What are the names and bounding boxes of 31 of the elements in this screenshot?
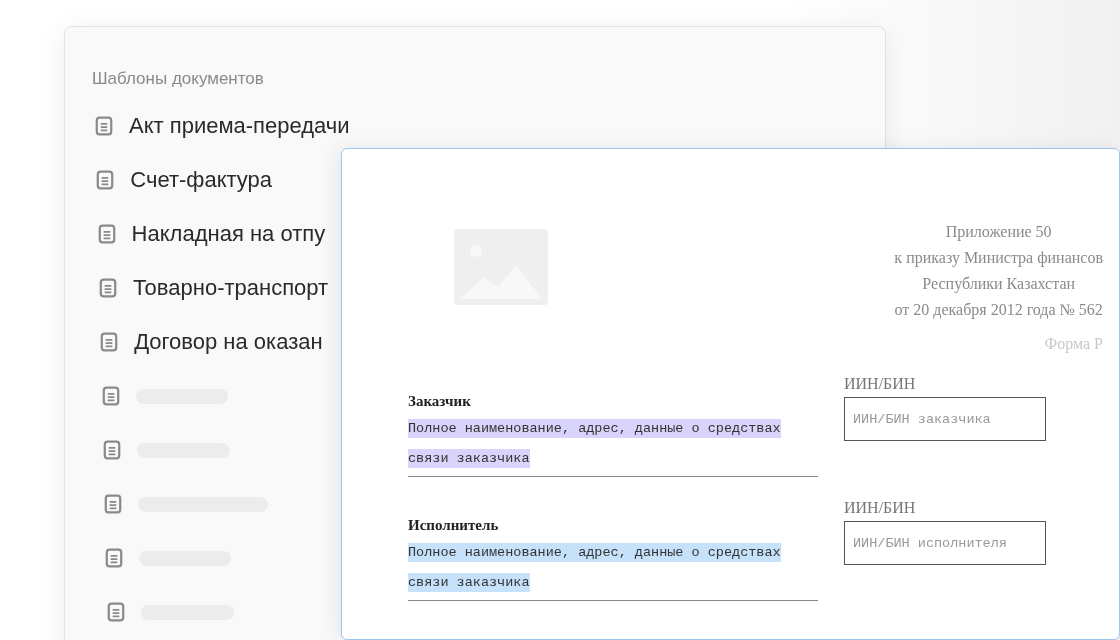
template-item[interactable]: Товарно-транспорт	[95, 261, 329, 315]
template-item[interactable]: Счет-фактура	[93, 153, 273, 207]
document-icon	[100, 332, 119, 352]
id-input-field[interactable]: ИИН/БИН исполнителя	[844, 521, 1046, 565]
document-icon	[98, 278, 117, 298]
party-title: Заказчик	[408, 393, 472, 410]
document-icon	[105, 548, 124, 568]
id-label: ИИН/БИН	[844, 375, 917, 393]
template-item[interactable]: Акт приема-передачи	[92, 99, 350, 153]
id-input-field[interactable]: ИИН/БИН заказчика	[844, 397, 1046, 441]
item-label: Акт приема-передачи	[129, 113, 350, 139]
item-label: Договор на оказан	[134, 329, 323, 355]
document-icon	[104, 494, 123, 514]
header-text: Приложение 50	[945, 223, 1052, 241]
document-icon	[102, 440, 121, 460]
document-icon	[101, 386, 120, 406]
document-icon	[106, 602, 125, 622]
template-item[interactable]: Договор на оказан	[97, 315, 323, 369]
template-item[interactable]: Накладная на отпу	[94, 207, 326, 261]
id-label: ИИН/БИН	[844, 499, 917, 517]
document-icon	[95, 116, 113, 136]
header-text: Республики Казахстан	[922, 275, 1076, 293]
party-title: Исполнитель	[408, 517, 500, 534]
item-label: Счет-фактура	[130, 167, 273, 193]
item-label: Накладная на отпу	[131, 221, 326, 247]
header-text: от 20 декабря 2012 года № 562	[894, 301, 1103, 319]
panel-title: Шаблоны документов	[92, 69, 265, 89]
document-icon	[97, 224, 116, 244]
document-icon	[96, 170, 115, 190]
header-text: к приказу Министра финансов	[894, 249, 1103, 267]
item-label: Товарно-транспорт	[132, 275, 329, 301]
